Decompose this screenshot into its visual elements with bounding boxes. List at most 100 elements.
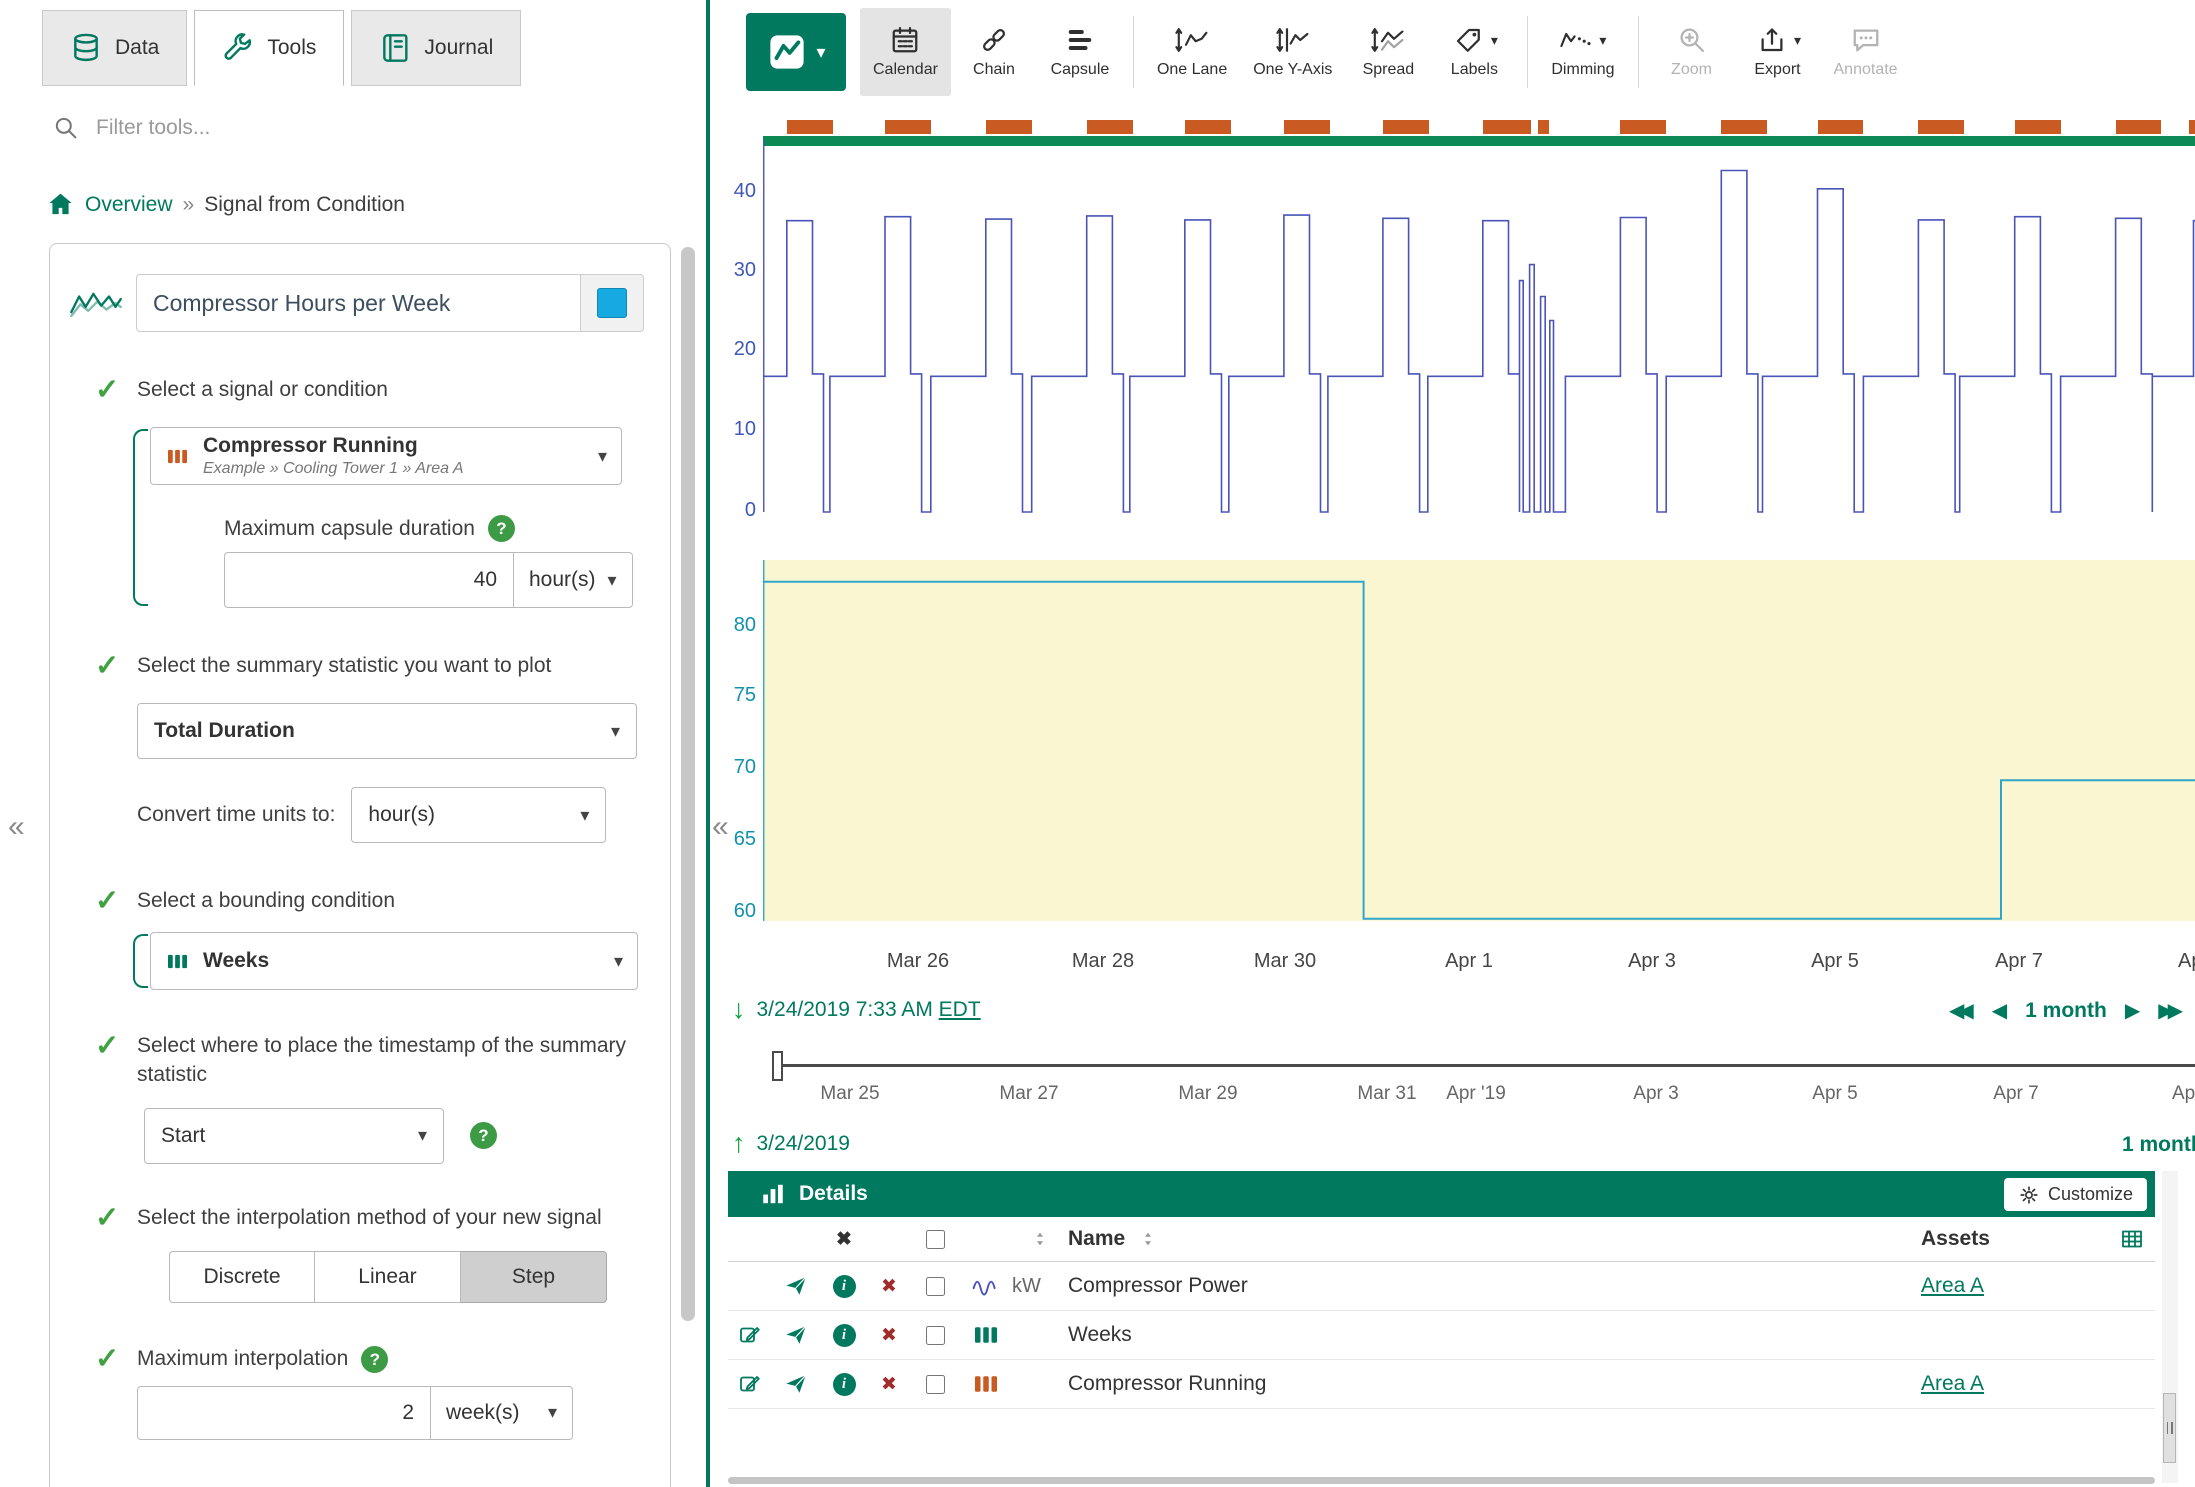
condition-capsule[interactable] — [2189, 120, 2195, 134]
condition-capsule[interactable] — [986, 120, 1032, 134]
column-name-header[interactable]: Name — [1068, 1227, 1125, 1251]
condition-capsule[interactable] — [885, 120, 931, 134]
step-forward-full-icon[interactable]: ▶▶ — [2158, 998, 2183, 1023]
step-back-full-icon[interactable]: ◀◀ — [1949, 998, 1974, 1023]
max-interpolation-input[interactable] — [137, 1386, 431, 1440]
toolbar-capsule-button[interactable]: Capsule — [1037, 8, 1123, 96]
item-name[interactable]: Weeks — [1068, 1323, 1839, 1347]
details-horizontal-scrollbar[interactable] — [728, 1477, 2155, 1484]
row-checkbox[interactable] — [926, 1326, 945, 1345]
interp-linear-button[interactable]: Linear — [315, 1251, 461, 1303]
condition-capsule[interactable] — [787, 120, 833, 134]
interp-discrete-button[interactable]: Discrete — [169, 1251, 315, 1303]
edit-icon[interactable] — [738, 1323, 762, 1347]
max-capsule-duration-unit[interactable]: hour(s) ▾ — [514, 552, 633, 608]
condition-capsule[interactable] — [1517, 120, 1531, 134]
send-to-icon[interactable] — [784, 1372, 808, 1396]
condition-capsule[interactable] — [1721, 120, 1767, 134]
step-forward-half-icon[interactable]: ▶ — [2125, 998, 2140, 1023]
info-icon[interactable]: i — [833, 1373, 856, 1396]
tab-journal[interactable]: Journal — [351, 10, 521, 86]
tab-tools[interactable]: Tools — [194, 10, 344, 86]
condition-capsule[interactable] — [1918, 120, 1964, 134]
send-to-icon[interactable] — [784, 1274, 808, 1298]
display-range-duration[interactable]: 1 month — [2025, 999, 2107, 1023]
investigate-range-date[interactable]: 3/24/2019 — [757, 1132, 850, 1156]
sort-icon[interactable] — [1031, 1230, 1049, 1248]
customize-button[interactable]: Customize — [2004, 1178, 2147, 1211]
collapse-left-panel-icon[interactable]: « — [8, 812, 25, 842]
result-name-input[interactable]: Compressor Hours per Week — [137, 275, 580, 331]
help-icon[interactable]: ? — [361, 1346, 388, 1373]
form-scrollbar[interactable] — [681, 247, 695, 1483]
remove-all-icon[interactable]: ✖ — [836, 1228, 852, 1251]
scrollbar-thumb[interactable] — [681, 247, 695, 1321]
condition-capsule[interactable] — [1284, 120, 1330, 134]
item-name[interactable]: Compressor Running — [1068, 1372, 1839, 1396]
chevron-down-icon: ▾ — [418, 1125, 427, 1146]
color-picker-button[interactable] — [580, 275, 643, 331]
remove-icon[interactable]: ✖ — [881, 1373, 897, 1396]
bounding-condition-select[interactable]: Weeks ▾ — [150, 932, 638, 990]
select-all-checkbox[interactable] — [926, 1230, 945, 1249]
view-selector-button[interactable]: ▾ — [746, 13, 846, 91]
table-grid-icon[interactable] — [2120, 1227, 2144, 1251]
remove-icon[interactable]: ✖ — [881, 1324, 897, 1347]
interpolation-options: Discrete Linear Step — [169, 1251, 644, 1303]
condition-capsule[interactable] — [1087, 120, 1133, 134]
result-lane-chart[interactable] — [763, 560, 2195, 922]
toolbar-export-button[interactable]: ▾ Export — [1735, 8, 1821, 96]
info-icon[interactable]: i — [833, 1324, 856, 1347]
scrollbar-thumb[interactable] — [2163, 1393, 2176, 1463]
toolbar-zoom-button[interactable]: Zoom — [1649, 8, 1735, 96]
toolbar-chain-button[interactable]: Chain — [951, 8, 1037, 96]
help-icon[interactable]: ? — [470, 1122, 497, 1149]
toolbar-spread-button[interactable]: Spread — [1345, 8, 1431, 96]
condition-capsule[interactable] — [1185, 120, 1231, 134]
timestamp-select[interactable]: Start ▾ — [144, 1108, 444, 1164]
toolbar-annotate-button[interactable]: Annotate — [1821, 8, 1911, 96]
annotate-icon — [1848, 25, 1884, 55]
interp-step-button[interactable]: Step — [461, 1251, 607, 1303]
info-icon[interactable]: i — [833, 1275, 856, 1298]
asset-link[interactable]: Area A — [1921, 1372, 1984, 1396]
breadcrumb-overview[interactable]: Overview — [85, 193, 173, 217]
max-interpolation-unit[interactable]: week(s) ▾ — [431, 1386, 573, 1440]
toolbar-one-y-axis-button[interactable]: One Y-Axis — [1240, 8, 1345, 96]
condition-capsule[interactable] — [1818, 120, 1864, 134]
condition-capsule[interactable] — [2116, 120, 2162, 134]
remove-icon[interactable]: ✖ — [881, 1275, 897, 1298]
row-checkbox[interactable] — [926, 1277, 945, 1296]
condition-capsule[interactable] — [1620, 120, 1666, 134]
row-checkbox[interactable] — [926, 1375, 945, 1394]
details-vertical-scrollbar[interactable] — [2162, 1171, 2178, 1483]
statistic-select[interactable]: Total Duration ▾ — [137, 703, 637, 759]
toolbar-dimming-button[interactable]: ▾ Dimming — [1538, 8, 1627, 96]
toolbar-calendar-button[interactable]: Calendar — [860, 8, 951, 96]
item-name[interactable]: Compressor Power — [1068, 1274, 1839, 1298]
display-range-start[interactable]: 3/24/2019 7:33 AM EDT — [757, 998, 981, 1022]
investigate-range-duration[interactable]: 1 month — [2122, 1133, 2195, 1157]
toolbar-labels-button[interactable]: ▾ Labels — [1431, 8, 1517, 96]
edit-icon[interactable] — [738, 1372, 762, 1396]
convert-units-select[interactable]: hour(s) ▾ — [351, 787, 606, 843]
help-icon[interactable]: ? — [488, 515, 515, 542]
range-timezone[interactable]: EDT — [939, 998, 981, 1021]
timebar-track[interactable] — [781, 1064, 2195, 1067]
condition-capsule[interactable] — [1383, 120, 1429, 134]
column-assets-header[interactable]: Assets — [1921, 1227, 1990, 1251]
signal-lane-chart[interactable] — [763, 140, 2195, 560]
tab-data[interactable]: Data — [42, 10, 187, 86]
sort-icon[interactable] — [1139, 1230, 1157, 1248]
toolbar-one-lane-button[interactable]: One Lane — [1144, 8, 1240, 96]
step-back-half-icon[interactable]: ◀ — [1992, 998, 2007, 1023]
asset-link[interactable]: Area A — [1921, 1274, 1984, 1298]
home-icon[interactable] — [46, 190, 75, 219]
max-capsule-duration-input[interactable] — [224, 552, 514, 608]
timebar-label: Mar 29 — [1163, 1083, 1253, 1105]
signal-select[interactable]: Compressor Running Example » Cooling Tow… — [150, 427, 622, 485]
filter-tools-input[interactable] — [94, 115, 528, 141]
send-to-icon[interactable] — [784, 1323, 808, 1347]
condition-capsule[interactable] — [2015, 120, 2061, 134]
condition-capsule[interactable] — [1538, 120, 1549, 134]
